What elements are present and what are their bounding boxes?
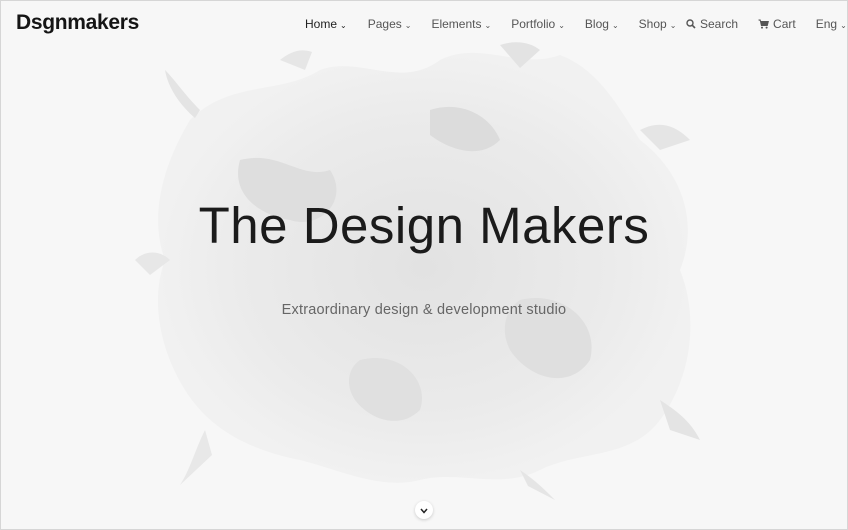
utility-navigation: Search Cart Eng ⌄ <box>686 17 847 31</box>
nav-item-label: Home <box>305 17 338 31</box>
scroll-down-button[interactable] <box>415 501 433 519</box>
language-label: Eng <box>815 17 838 31</box>
nav-item-home[interactable]: Home ⌄ <box>305 17 347 31</box>
nav-item-elements[interactable]: Elements ⌄ <box>431 17 491 31</box>
nav-item-label: Shop <box>638 17 667 31</box>
chevron-down-icon: ⌄ <box>611 20 619 30</box>
hero-section: The Design Makers Extraordinary design &… <box>0 0 848 530</box>
search-link[interactable]: Search <box>686 17 738 31</box>
search-label: Search <box>700 17 739 31</box>
cart-label: Cart <box>773 17 796 31</box>
language-selector[interactable]: Eng ⌄ <box>816 17 847 31</box>
nav-item-shop[interactable]: Shop ⌄ <box>639 17 677 31</box>
nav-item-label: Blog <box>584 17 609 31</box>
chevron-down-icon: ⌄ <box>558 20 565 30</box>
nav-item-portfolio[interactable]: Portfolio ⌄ <box>511 17 565 31</box>
main-navigation: Home ⌄ Pages ⌄ Elements ⌄ Portfolio ⌄ Bl… <box>305 17 696 31</box>
site-header: Dsgnmakers Home ⌄ Pages ⌄ Elements ⌄ Por… <box>0 0 848 52</box>
chevron-down-icon: ⌄ <box>404 20 412 30</box>
nav-item-label: Elements <box>431 17 482 31</box>
hero-subtitle: Extraordinary design & development studi… <box>281 302 567 318</box>
chevron-down-icon: ⌄ <box>669 20 677 30</box>
nav-item-pages[interactable]: Pages ⌄ <box>368 17 412 31</box>
search-icon <box>686 19 696 29</box>
hero-title: The Design Makers <box>198 197 650 254</box>
brand-logo[interactable]: Dsgnmakers <box>16 11 139 35</box>
chevron-down-icon <box>420 501 428 519</box>
cart-icon <box>758 19 769 29</box>
nav-item-blog[interactable]: Blog ⌄ <box>585 17 619 31</box>
chevron-down-icon: ⌄ <box>340 20 347 30</box>
nav-item-label: Pages <box>367 17 402 31</box>
chevron-down-icon: ⌄ <box>840 20 847 30</box>
cart-link[interactable]: Cart <box>758 17 796 31</box>
nav-item-label: Portfolio <box>511 17 556 31</box>
chevron-down-icon: ⌄ <box>484 20 492 30</box>
